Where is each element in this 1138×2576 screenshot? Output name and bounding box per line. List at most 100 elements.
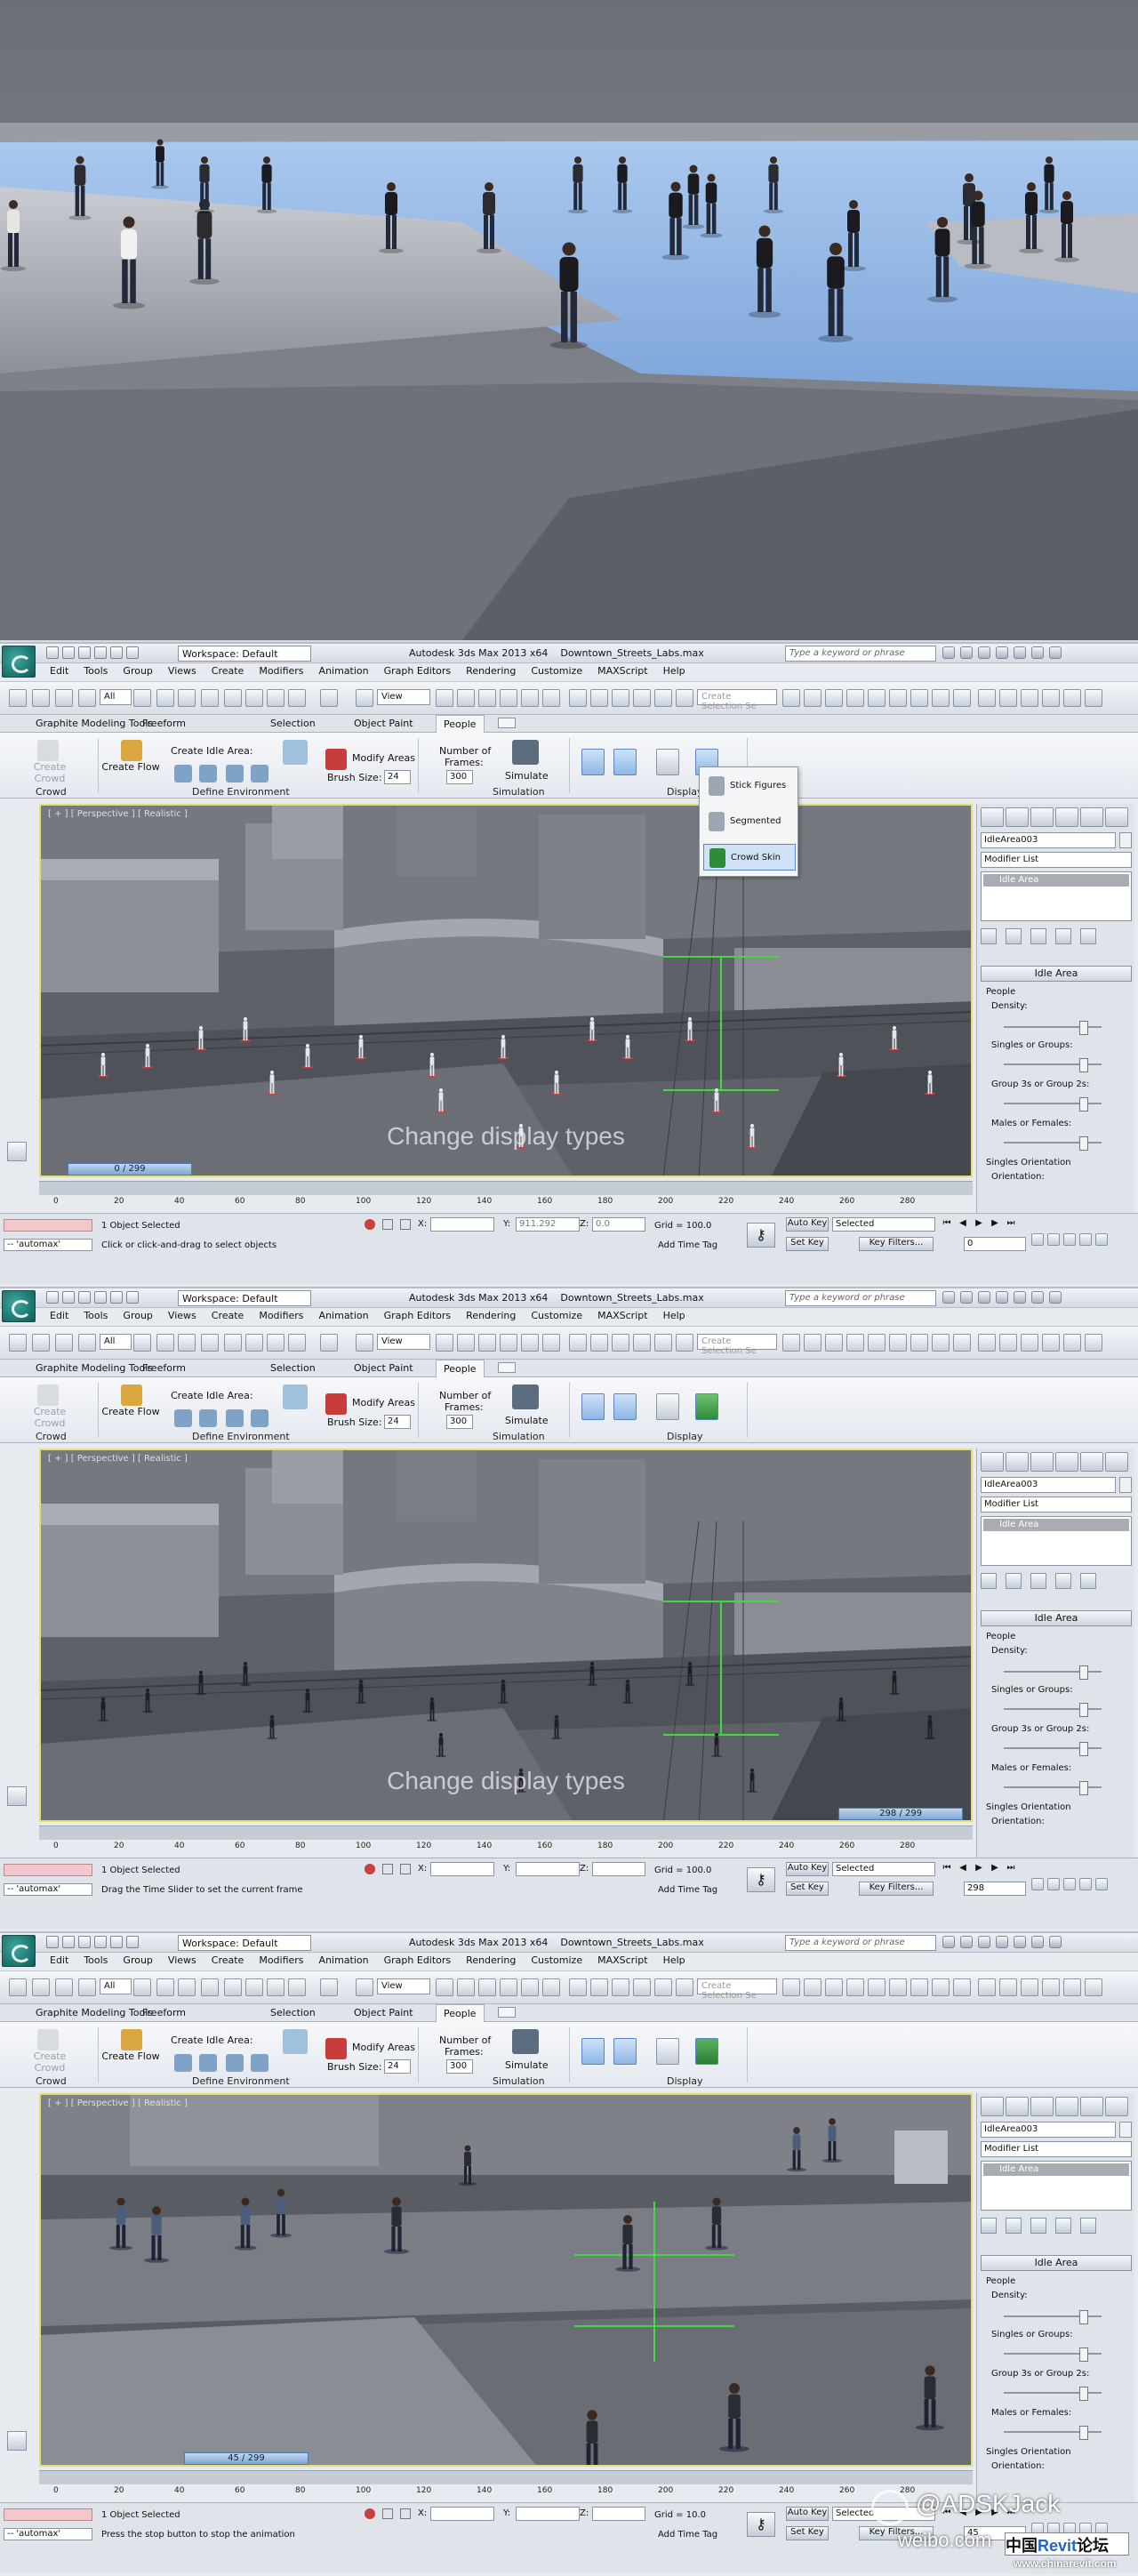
layers-icon[interactable]	[612, 689, 629, 707]
minimize-icon[interactable]	[1014, 1936, 1026, 1948]
idle-area-circle-icon[interactable]	[199, 1409, 217, 1427]
edit-named-icon[interactable]	[542, 1334, 560, 1352]
pivot-icon[interactable]	[356, 1978, 373, 1996]
idle-area-brush-icon[interactable]	[251, 765, 268, 782]
object-name-field[interactable]: IdleArea003	[981, 2122, 1116, 2138]
menu-item-group[interactable]: Group	[123, 665, 153, 677]
project-folder-icon[interactable]	[126, 1291, 139, 1304]
redo-icon[interactable]	[32, 1978, 50, 1996]
reference-coordinate-dropdown[interactable]: View	[377, 1978, 430, 1994]
x-coordinate-field[interactable]	[430, 1862, 494, 1876]
motion-tab-icon[interactable]	[1055, 1452, 1078, 1472]
key-icon[interactable]	[960, 1936, 973, 1948]
zoom-all-icon[interactable]	[1047, 1878, 1060, 1890]
viewport-label[interactable]: [ + ] [ Perspective ] [ Realistic ]	[48, 1454, 188, 1464]
tab-object-paint[interactable]: Object Paint	[354, 2007, 413, 2018]
extra-icon[interactable]	[1085, 1334, 1102, 1352]
go-to-start-icon[interactable]: ⏮	[941, 1217, 953, 1230]
idle-area-brush-icon[interactable]	[251, 2054, 268, 2072]
brush-size-spinner[interactable]: 24	[384, 1415, 411, 1429]
selection-filter-dropdown[interactable]: All	[100, 1334, 132, 1350]
menu-item-customize[interactable]: Customize	[531, 1954, 582, 1966]
y-coordinate-field[interactable]	[516, 2507, 580, 2521]
helper-icon[interactable]	[978, 1978, 996, 1996]
light-icon[interactable]	[932, 689, 950, 707]
close-icon[interactable]	[1049, 1291, 1062, 1304]
z-coordinate-field[interactable]: 0.0	[592, 1217, 645, 1232]
ribbon-minimize-toggle[interactable]	[498, 2007, 516, 2018]
unlink-icon[interactable]	[78, 689, 96, 707]
hide-display-icon[interactable]	[656, 2038, 679, 2065]
create-crowd-icon[interactable]	[37, 2029, 59, 2050]
space-icon[interactable]	[999, 1334, 1017, 1352]
object-color-swatch[interactable]	[1119, 2122, 1132, 2138]
menu-item-modifiers[interactable]: Modifiers	[259, 665, 303, 677]
link-icon[interactable]	[55, 1978, 73, 1996]
open-icon[interactable]	[62, 1291, 75, 1304]
tab-graphite-modeling-tools[interactable]: Graphite Modeling Tools	[36, 2007, 153, 2018]
tab-people[interactable]: People	[436, 715, 485, 733]
absolute-mode-icon[interactable]	[400, 1864, 411, 1874]
isolate-icon[interactable]	[365, 1219, 375, 1230]
create-flow-button[interactable]: Create Flow	[100, 1406, 162, 1417]
space-icon[interactable]	[999, 1978, 1017, 1996]
perspective-viewport[interactable]: [ + ] [ Perspective ] [ Realistic ] Chan…	[39, 1448, 973, 1822]
selection-filter-dropdown[interactable]: All	[100, 1978, 132, 1994]
maximize-icon[interactable]	[1031, 1291, 1044, 1304]
angle-snap-icon[interactable]	[478, 1334, 496, 1352]
tab-object-paint[interactable]: Object Paint	[354, 1362, 413, 1374]
configure-sets-icon[interactable]	[1080, 1573, 1096, 1589]
zoom-all-icon[interactable]	[1047, 1233, 1060, 1246]
brush-size-spinner[interactable]: 24	[384, 2059, 411, 2074]
render-setup-icon[interactable]	[804, 1978, 821, 1996]
save-icon[interactable]	[78, 646, 91, 659]
group-3s-slider[interactable]	[1004, 2387, 1102, 2401]
y-coordinate-field[interactable]	[516, 1862, 580, 1876]
hide-display-icon[interactable]	[656, 749, 679, 775]
menu-item-views[interactable]: Views	[168, 1954, 196, 1966]
edit-named-icon[interactable]	[542, 689, 560, 707]
motion-tab-icon[interactable]	[1055, 2097, 1078, 2116]
go-to-end-icon[interactable]: ⏭	[1005, 1862, 1017, 1874]
pin-stack-icon[interactable]	[981, 2218, 997, 2234]
new-icon[interactable]	[46, 1291, 59, 1304]
create-crowd-button[interactable]: Create Crowd	[23, 761, 76, 784]
remove-modifier-icon[interactable]	[1055, 2218, 1071, 2234]
rect-select-icon[interactable]	[178, 689, 196, 707]
unlink-icon[interactable]	[78, 1334, 96, 1352]
hierarchy-tab-icon[interactable]	[1030, 807, 1054, 827]
idle-area-brush-icon[interactable]	[251, 1409, 268, 1427]
create-flow-icon[interactable]	[121, 1384, 142, 1406]
menu-item-help[interactable]: Help	[663, 665, 685, 677]
key-filters-button[interactable]: Key Filters...	[859, 1237, 934, 1251]
redo-icon[interactable]	[32, 689, 50, 707]
ribbon-minimize-toggle[interactable]	[498, 1362, 516, 1373]
perspective-viewport[interactable]: [ + ] [ Perspective ] [ Realistic ] Chan…	[39, 2093, 973, 2467]
modify-tab-icon[interactable]	[1006, 807, 1029, 827]
a360-icon[interactable]	[889, 689, 907, 707]
modify-areas-icon[interactable]	[325, 2038, 347, 2059]
display-selected-icon[interactable]	[613, 749, 637, 775]
simulate-button[interactable]: Simulate	[505, 2059, 549, 2071]
redo-icon[interactable]	[110, 1936, 123, 1948]
create-crowd-button[interactable]: Create Crowd	[23, 1406, 76, 1429]
menu-item-group[interactable]: Group	[123, 1954, 153, 1966]
number-of-frames-spinner[interactable]: 300	[446, 1415, 473, 1429]
menu-item-views[interactable]: Views	[168, 665, 196, 677]
menu-item-customize[interactable]: Customize	[531, 1310, 582, 1321]
idle-area-rollout-header[interactable]: Idle Area	[981, 2255, 1132, 2271]
link-icon[interactable]	[55, 689, 73, 707]
make-unique-icon[interactable]	[1030, 928, 1046, 944]
maxscript-listener-top[interactable]	[4, 1219, 92, 1232]
menu-item-help[interactable]: Help	[663, 1954, 685, 1966]
cloud-icon[interactable]	[910, 1978, 928, 1996]
auto-key-button[interactable]: Auto Key	[786, 2507, 829, 2521]
create-idle-area-icon[interactable]	[283, 1384, 308, 1409]
rotate-icon[interactable]	[245, 689, 263, 707]
open-icon[interactable]	[62, 1936, 75, 1948]
hide-display-icon[interactable]	[656, 1393, 679, 1420]
menu-item-animation[interactable]: Animation	[319, 665, 369, 677]
idle-area-circle-icon[interactable]	[199, 765, 217, 782]
mirror-icon[interactable]	[569, 689, 587, 707]
help-icon[interactable]	[996, 1936, 1008, 1948]
